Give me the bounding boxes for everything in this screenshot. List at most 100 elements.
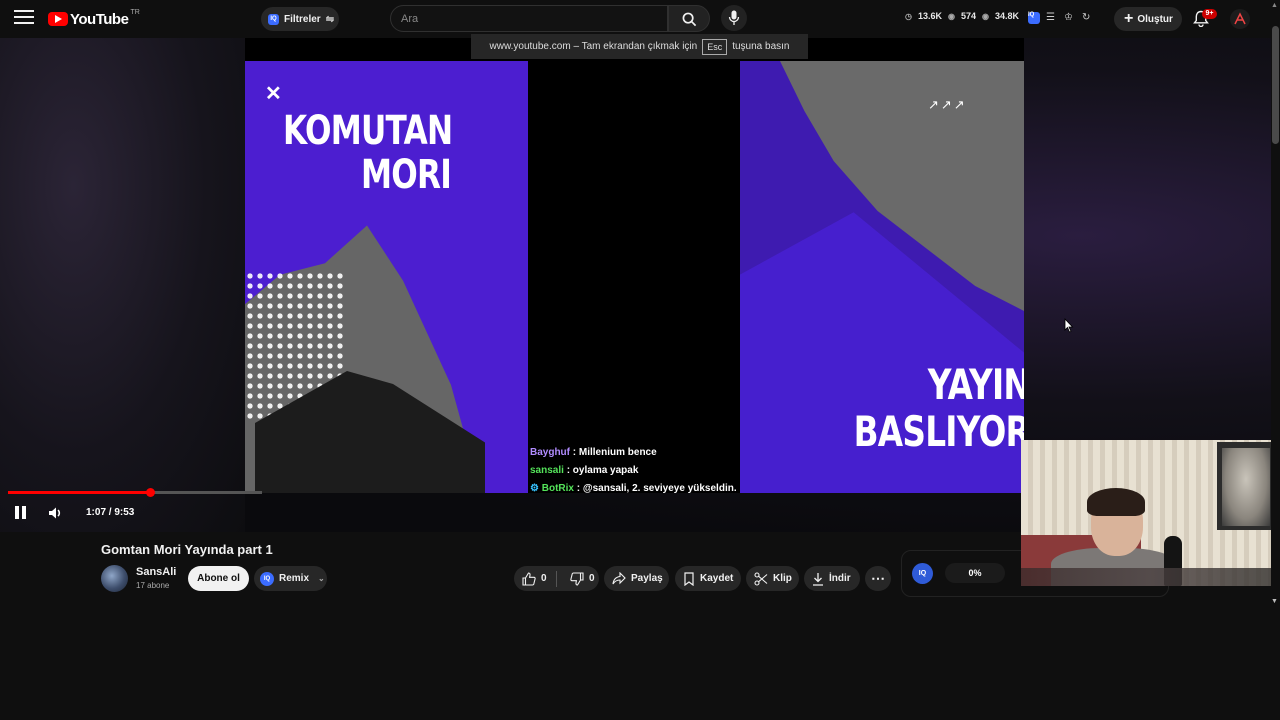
clip-label: Klip <box>773 573 792 584</box>
webcam-overlay <box>1021 440 1280 586</box>
subscribe-button[interactable]: Abone ol <box>188 566 249 591</box>
scrubber-handle[interactable] <box>146 488 155 497</box>
share-label: Paylaş <box>631 573 663 584</box>
download-label: İndir <box>829 573 851 584</box>
divider <box>556 570 557 587</box>
chat-message: sansali : oylama yapak <box>530 462 737 480</box>
fullscreen-exit-toast: www.youtube.com – Tam ekrandan çıkmak iç… <box>471 34 808 59</box>
iq-extension-icon[interactable]: IQ <box>912 563 933 584</box>
refresh-icon[interactable]: ↻ <box>1082 12 1094 24</box>
esc-key: Esc <box>702 38 728 55</box>
iq-extension-icon: IQ <box>260 571 274 586</box>
overlay-banner: YAYIN BASLIYOR <box>835 361 1024 455</box>
stat-value: 13.6K <box>917 11 943 21</box>
chat-message: Bayghuf : Millenium bence <box>530 444 737 462</box>
bot-icon: ⚙ <box>530 483 539 493</box>
desk-graphic <box>1021 568 1280 586</box>
list-icon[interactable]: ☰ <box>1046 12 1058 24</box>
eye-icon: ◉ <box>982 11 990 21</box>
extension-percent: 0% <box>945 563 1005 583</box>
share-button[interactable]: Paylaş <box>604 566 669 591</box>
iq-extension-icon[interactable]: IQ <box>1028 12 1040 24</box>
remix-label: Remix <box>279 573 310 584</box>
clock-icon: ◷ <box>905 11 912 21</box>
search-button[interactable] <box>668 5 710 32</box>
remix-button[interactable]: IQ Remix ⌄ <box>254 566 327 591</box>
more-actions-button[interactable]: ⋯ <box>865 566 891 591</box>
thumbs-down-icon <box>570 571 584 586</box>
search-icon <box>682 12 697 27</box>
capcut-icon: ✕ <box>265 83 282 105</box>
filters-button[interactable]: IQ Filtreler ⇋ <box>261 7 339 31</box>
trophy-icon[interactable]: ♔ <box>1064 12 1076 24</box>
thumbs-up-icon <box>522 571 536 586</box>
menu-icon[interactable] <box>14 10 34 26</box>
volume-icon <box>49 507 61 519</box>
voice-search-button[interactable] <box>721 5 747 31</box>
chat-user: BotRix <box>541 483 574 493</box>
stat-value: 574 <box>961 11 977 21</box>
clip-button[interactable]: Klip <box>746 566 799 591</box>
filters-label: Filtreler <box>284 13 321 25</box>
save-label: Kaydet <box>700 573 734 584</box>
subscriber-count: 17 abone <box>136 581 170 590</box>
chat-text: : @sansali, 2. seviyeye yükseldin. <box>576 483 737 493</box>
channel-name[interactable]: SansAli <box>136 566 176 578</box>
stream-chat: Bayghuf : Millenium bence sansali : oyla… <box>530 444 737 493</box>
user-avatar[interactable] <box>1230 9 1250 29</box>
arrows-icon: ↗↗↗ <box>928 97 967 112</box>
video-frame[interactable]: ✕ KOMUTAN MORI ↗↗↗ YAYIN BASLIYOR Bayghu… <box>245 38 1024 493</box>
like-count: 0 <box>541 573 547 584</box>
extension-stats: ◷ 13.6K ◉ 574 ◉ 34.8K <box>905 11 1019 21</box>
overlay-title: KOMUTAN MORI <box>283 109 470 197</box>
more-icon: ⋯ <box>871 570 885 586</box>
overlay-right-panel: ↗↗↗ YAYIN BASLIYOR <box>740 61 1024 493</box>
channel-avatar[interactable] <box>101 565 128 592</box>
pause-icon <box>15 506 19 519</box>
microphone-icon <box>728 10 740 25</box>
chat-user: sansali <box>530 465 564 476</box>
notification-badge: 9+ <box>1202 9 1217 19</box>
video-title: Gomtan Mori Yayında part 1 <box>101 542 273 557</box>
chat-text: : oylama yapak <box>566 465 639 476</box>
overlay-title-line1: KOMUTAN <box>283 108 453 154</box>
download-button[interactable]: İndir <box>804 566 860 591</box>
pause-button[interactable] <box>15 506 27 520</box>
tune-icon: ⇋ <box>325 13 335 25</box>
overlay-title-line2: MORI <box>361 152 452 198</box>
download-icon <box>813 572 823 586</box>
like-button[interactable]: 0 <box>514 571 551 586</box>
stat-value: 34.8K <box>995 11 1020 21</box>
time-display: 1:07 / 9:53 <box>86 507 135 518</box>
youtube-logo[interactable]: YouTube TR <box>48 9 140 28</box>
scroll-up-icon[interactable]: ▲ <box>1271 2 1278 9</box>
create-button[interactable]: + Oluştur <box>1114 7 1182 31</box>
overlay-banner-line1: YAYIN <box>927 360 1024 409</box>
pause-icon <box>22 506 26 519</box>
mouse-cursor-icon <box>1064 318 1074 333</box>
search-input[interactable]: Ara <box>390 5 668 32</box>
toast-text: tuşuna basın <box>732 41 790 52</box>
scroll-down-icon[interactable]: ▼ <box>1271 598 1278 605</box>
chat-user: Bayghuf <box>530 447 570 458</box>
plus-icon: + <box>1124 10 1134 27</box>
eye-icon: ◉ <box>948 11 955 21</box>
player-backdrop <box>0 38 245 532</box>
save-button[interactable]: Kaydet <box>675 566 741 591</box>
volume-button[interactable] <box>47 505 63 521</box>
overlay-banner-line2: BASLIYOR <box>853 407 1024 456</box>
iq-extension-icon: IQ <box>268 13 279 25</box>
extension-icons: IQ ☰ ♔ ↻ <box>1028 12 1094 24</box>
progress-played <box>8 491 150 494</box>
overlay-left-panel: ✕ KOMUTAN MORI <box>245 61 528 493</box>
dislike-count: 0 <box>588 573 595 584</box>
scrollbar-thumb[interactable] <box>1272 26 1279 144</box>
toast-text: www.youtube.com – Tam ekrandan çıkmak iç… <box>489 41 698 52</box>
dislike-button[interactable]: 0 <box>562 571 599 586</box>
search-placeholder: Ara <box>401 12 419 25</box>
like-dislike-group: 0 0 <box>514 566 599 591</box>
avatar-icon <box>1234 12 1246 25</box>
share-icon <box>612 572 626 585</box>
youtube-play-icon <box>48 12 68 26</box>
chevron-down-icon: ⌄ <box>318 574 325 583</box>
